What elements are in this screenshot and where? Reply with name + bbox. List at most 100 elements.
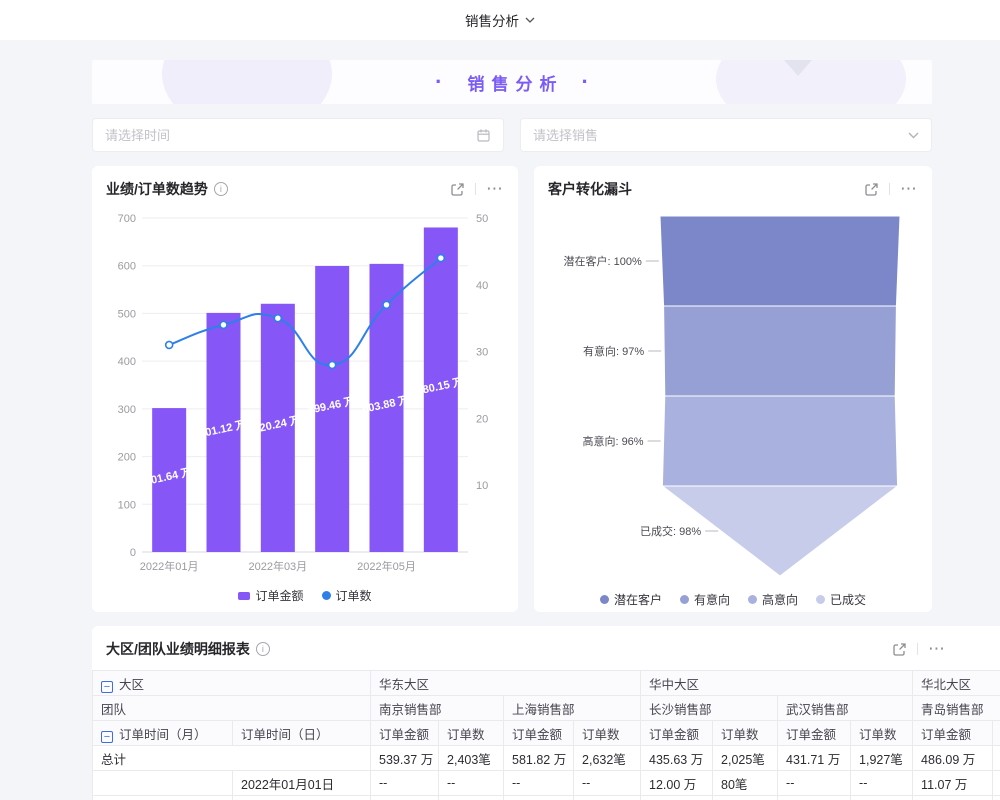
pivot-header-cell: 长沙销售部 [641, 696, 778, 721]
collapse-icon[interactable]: − [101, 681, 113, 693]
pivot-data-cell: 2,632笔 [574, 746, 641, 771]
pivot-header-cell: 订单金额 [641, 721, 713, 746]
line-point [220, 321, 227, 328]
page-title-dropdown[interactable]: 销售分析 [465, 10, 535, 30]
pivot-header-cell: 青岛销售部 [913, 696, 1000, 721]
filter-bar [92, 118, 932, 152]
banner-dot-left: · [435, 71, 442, 93]
legend-item[interactable]: 潜在客户 [600, 591, 662, 608]
pivot-data-cell: 581.82 万 [504, 746, 574, 771]
cell-text: 435.63 万 [649, 753, 703, 767]
export-icon[interactable] [450, 182, 465, 197]
pivot-data-cell: 431.71 万 [778, 746, 851, 771]
pivot-data-cell: 90笔 [713, 796, 778, 800]
funnel-segment[interactable] [662, 396, 897, 486]
pivot-data-cell: -- [574, 771, 641, 796]
svg-text:2022年01月: 2022年01月 [140, 559, 199, 573]
sales-select[interactable] [520, 118, 932, 152]
cell-text: 2,632笔 [582, 753, 626, 767]
funnel-chart: 潜在客户: 100%有意向: 97%高意向: 96%已成交: 98% [550, 204, 916, 580]
legend-marker [238, 592, 250, 600]
trend-card-header: 业绩/订单数趋势 i ⋯ [92, 166, 518, 204]
dashboard: · 销售分析 · 业绩/订单数趋势 i [92, 60, 932, 800]
pivot-data-row: 2022年01月01日--------12.00 万80笔----11.07 万 [93, 771, 1000, 796]
svg-text:500: 500 [118, 308, 136, 320]
calendar-icon [476, 128, 491, 143]
svg-text:400: 400 [118, 356, 136, 368]
cell-text: 2,025笔 [721, 753, 765, 767]
cell-text: 上海销售部 [512, 703, 575, 717]
legend-label: 已成交 [830, 591, 866, 608]
pivot-header-cell: 团队 [93, 696, 371, 721]
pivot-data-cell: 11.07 万 [913, 771, 993, 796]
pivot-header-cell: 订单金额 [504, 721, 574, 746]
more-icon[interactable]: ⋯ [928, 645, 946, 653]
export-icon[interactable] [892, 642, 907, 657]
chevron-down-icon [908, 132, 919, 139]
pivot-header-cell: 华东大区 [371, 671, 641, 696]
pivot-data-cell: 486.09 万 [913, 746, 993, 771]
divider [889, 183, 890, 195]
pivot-data-row: 2022年01月02日--------22.05 万90笔------ [93, 796, 1000, 800]
cell-text: 订单数 [721, 728, 759, 742]
line-point [329, 361, 336, 368]
legend-label: 订单金额 [255, 587, 303, 604]
legend-item[interactable]: 已成交 [816, 591, 866, 608]
pivot-header-cell: 订单数 [439, 721, 504, 746]
more-icon[interactable]: ⋯ [486, 185, 504, 193]
svg-text:40: 40 [476, 280, 488, 292]
pivot-data-row: 总计539.37 万2,403笔581.82 万2,632笔435.63 万2,… [93, 746, 1000, 771]
pivot-data-cell: 2,025笔 [713, 746, 778, 771]
cell-text: 订单金额 [512, 728, 562, 742]
pivot-header-cell: 华北大区 [913, 671, 1000, 696]
cell-text: 华中大区 [649, 678, 699, 692]
trend-chart: 010020030040050060070010203040502022年01月… [108, 204, 502, 576]
pivot-data-cell: -- [504, 771, 574, 796]
pivot-table: −大区华东大区华中大区华北大区团队南京销售部上海销售部长沙销售部武汉销售部青岛销… [92, 670, 1000, 800]
svg-text:200: 200 [118, 452, 136, 464]
info-icon[interactable]: i [214, 182, 228, 196]
pivot-data-cell: -- [439, 771, 504, 796]
pivot-data-cell: 1,927笔 [851, 746, 913, 771]
export-icon[interactable] [864, 182, 879, 197]
pivot-header-cell: 订单时间（日） [233, 721, 371, 746]
legend-label: 高意向 [762, 591, 798, 608]
cell-text: 青岛销售部 [921, 703, 984, 717]
funnel-card: 客户转化漏斗 ⋯ 潜在客户: 100%有意向: 97%高意向: 96%已成交: … [534, 166, 932, 612]
legend-item[interactable]: 订单数 [322, 587, 372, 604]
funnel-segment[interactable] [660, 216, 900, 306]
legend-item[interactable]: 订单金额 [238, 587, 303, 604]
more-icon[interactable]: ⋯ [900, 185, 918, 193]
legend-item[interactable]: 高意向 [748, 591, 798, 608]
legend-marker [816, 595, 825, 604]
trend-card-title: 业绩/订单数趋势 i [106, 179, 228, 199]
time-range-picker[interactable] [92, 118, 504, 152]
cell-text: 长沙销售部 [649, 703, 712, 717]
cell-text: -- [379, 776, 387, 790]
cell-text: 486.09 万 [921, 753, 975, 767]
info-icon[interactable]: i [256, 642, 270, 656]
legend-marker [748, 595, 757, 604]
collapse-icon[interactable]: − [101, 731, 113, 743]
sales-select-input[interactable] [533, 128, 908, 143]
legend-item[interactable]: 有意向 [680, 591, 730, 608]
legend-marker [322, 591, 331, 600]
pivot-data-cell [993, 746, 1000, 771]
cell-text: 12.00 万 [649, 778, 696, 792]
funnel-segment[interactable] [664, 306, 897, 396]
time-range-input[interactable] [105, 128, 476, 143]
cell-text: 订单金额 [921, 728, 971, 742]
cell-text: 80笔 [721, 778, 747, 792]
pivot-data-cell: 2022年01月02日 [233, 796, 371, 800]
funnel-chart-area: 潜在客户: 100%有意向: 97%高意向: 96%已成交: 98% 潜在客户 有… [534, 204, 932, 608]
cell-text: -- [859, 776, 867, 790]
page-title: 销售分析 [465, 10, 519, 30]
cell-text: -- [786, 776, 794, 790]
pivot-header-cell: 订单数 [851, 721, 913, 746]
pivot-data-cell: 435.63 万 [641, 746, 713, 771]
legend-label: 订单数 [336, 587, 372, 604]
svg-text:300: 300 [118, 404, 136, 416]
pivot-data-cell: 22.05 万 [641, 796, 713, 800]
legend-marker [680, 595, 689, 604]
cell-text: 订单数 [859, 728, 897, 742]
